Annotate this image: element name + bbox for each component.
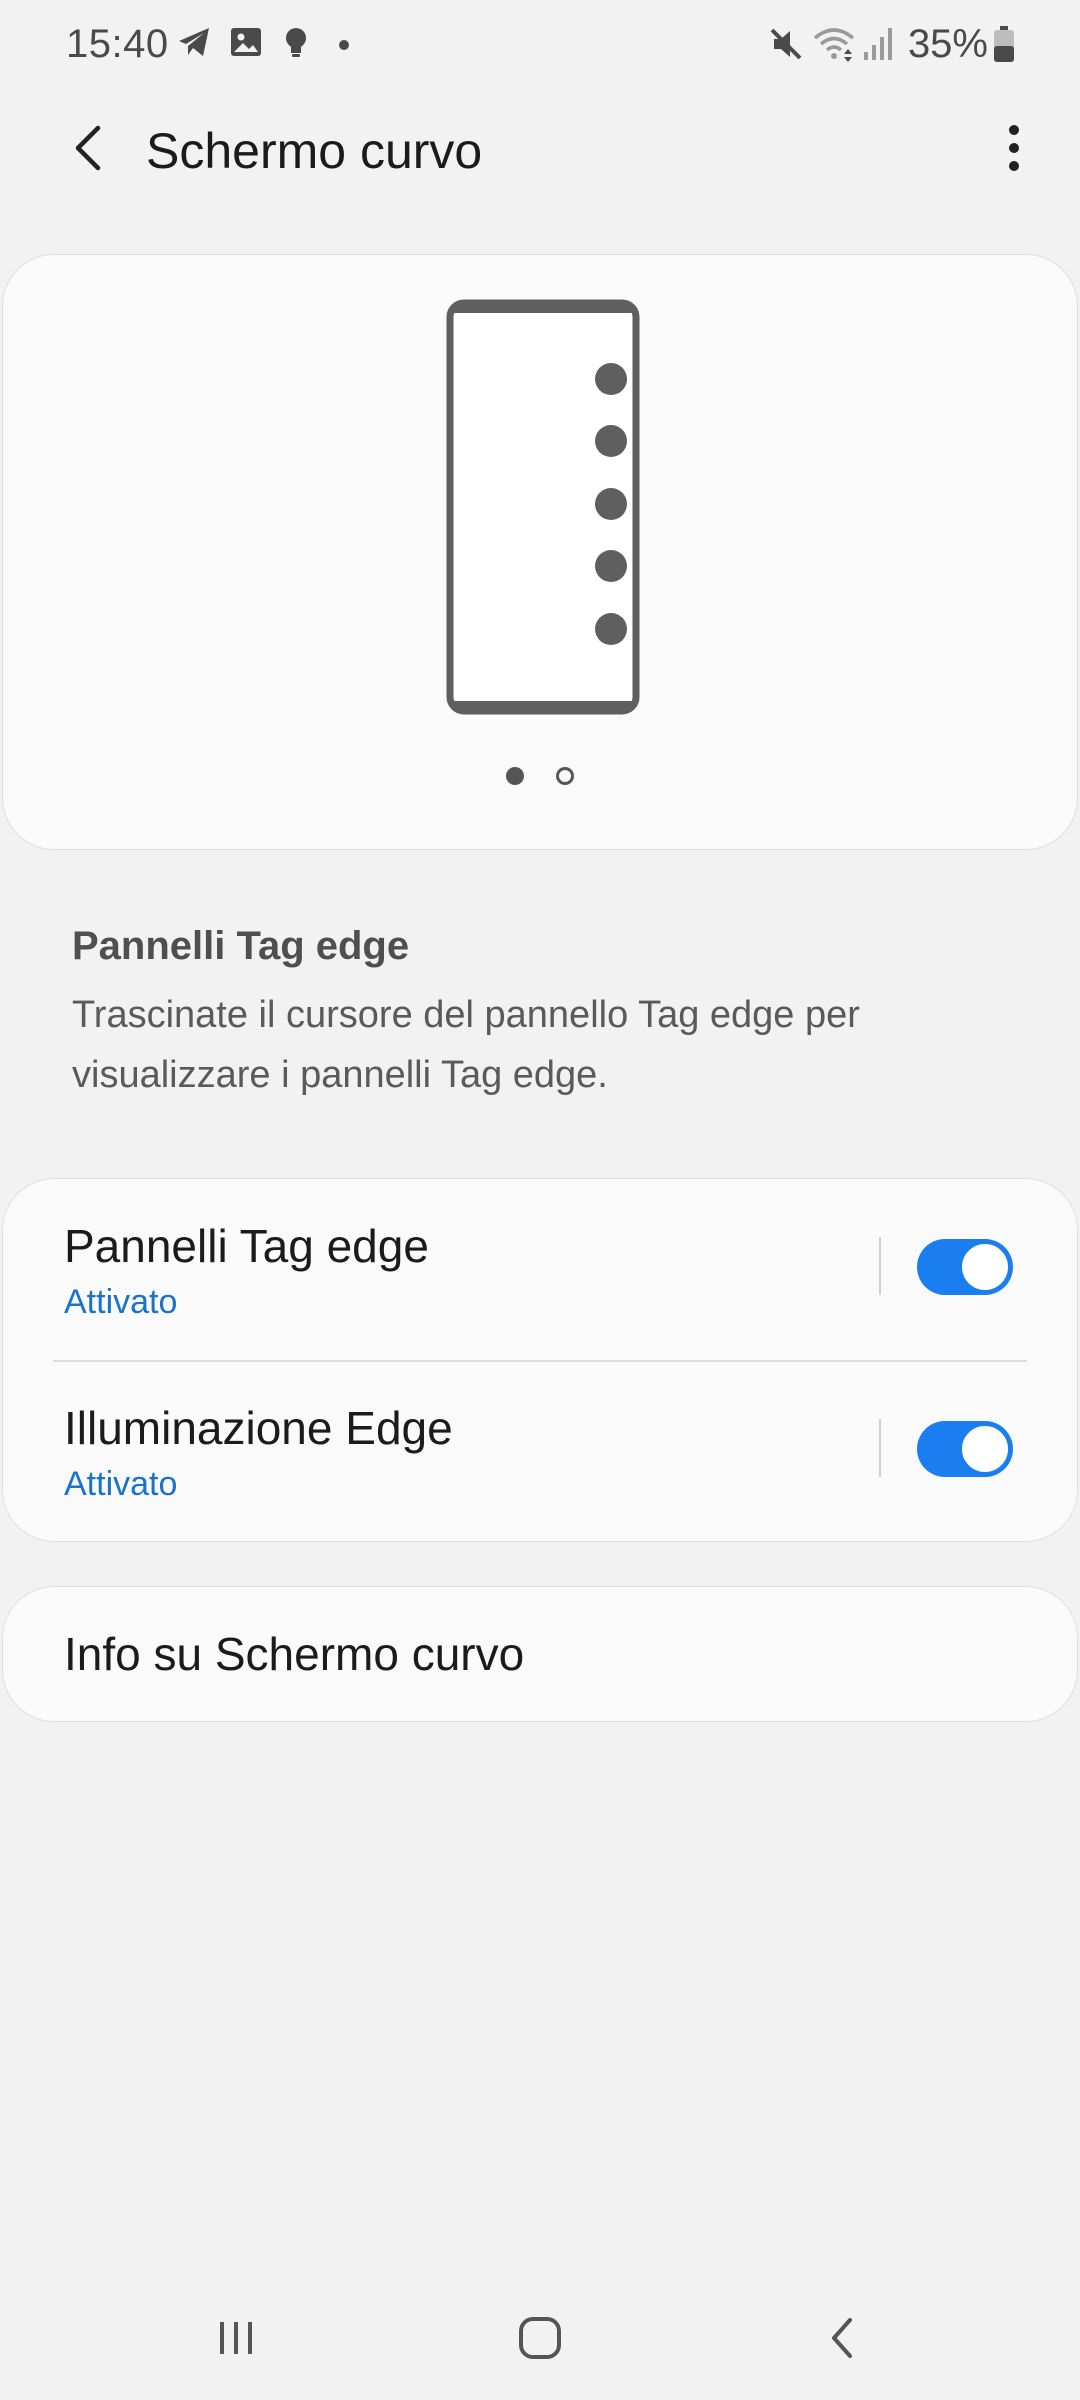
- pannelli-tag-edge-toggle[interactable]: [917, 1239, 1013, 1295]
- wifi-icon: [812, 24, 856, 69]
- page-indicator: [3, 767, 1077, 785]
- gallery-icon: [228, 24, 264, 65]
- illuminazione-edge-toggle[interactable]: [917, 1421, 1013, 1477]
- signal-icon: [862, 24, 896, 69]
- description-text: Trascinate il cursore del pannello Tag e…: [72, 994, 860, 1096]
- toggle-knob: [959, 1423, 1011, 1475]
- home-button[interactable]: [500, 2304, 580, 2376]
- page-dot-active[interactable]: [506, 767, 524, 785]
- back-icon: [824, 2314, 860, 2367]
- notification-dot-icon: [338, 38, 350, 56]
- settings-card: Pannelli Tag edge Attivato Illuminazione…: [2, 1178, 1078, 1542]
- info-card[interactable]: Info su Schermo curvo: [2, 1586, 1078, 1722]
- nav-back-button[interactable]: [802, 2304, 882, 2376]
- more-options-button[interactable]: [978, 114, 1050, 186]
- setting-row-illuminazione-edge[interactable]: Illuminazione Edge Attivato: [3, 1361, 1077, 1543]
- more-vertical-icon: [1006, 122, 1022, 179]
- toggle-knob: [959, 1241, 1011, 1293]
- screen: 15:40 35% Schermo curvo Pannelli Tag edg…: [0, 0, 1080, 2400]
- chevron-left-icon: [68, 122, 108, 179]
- setting-label: Pannelli Tag edge: [64, 1220, 429, 1272]
- illustration-card[interactable]: [2, 254, 1078, 850]
- divider: [879, 1237, 881, 1295]
- app-bar: Schermo curvo: [0, 100, 1080, 200]
- mute-icon: [766, 24, 806, 69]
- telegram-icon: [176, 24, 212, 65]
- setting-row-pannelli-tag-edge[interactable]: Pannelli Tag edge Attivato: [3, 1179, 1077, 1361]
- page-dot-inactive[interactable]: [556, 767, 574, 785]
- home-icon: [516, 2314, 564, 2367]
- description: Pannelli Tag edge Trascinate il cursore …: [72, 924, 1012, 1105]
- setting-label: Illuminazione Edge: [64, 1402, 453, 1454]
- description-title: Pannelli Tag edge: [72, 924, 410, 968]
- page-title: Schermo curvo: [146, 123, 483, 179]
- setting-status: Attivato: [64, 1283, 178, 1321]
- navigation-bar: [0, 2280, 1080, 2400]
- battery-icon: [992, 24, 1016, 69]
- setting-status: Attivato: [64, 1465, 178, 1503]
- status-time: 15:40: [66, 22, 169, 66]
- info-label: Info su Schermo curvo: [64, 1628, 525, 1680]
- recents-button[interactable]: [196, 2304, 276, 2376]
- recents-icon: [214, 2316, 258, 2365]
- edge-panel-illustration: [446, 299, 640, 720]
- back-button[interactable]: [52, 114, 124, 186]
- status-bar: 15:40 35%: [0, 0, 1080, 92]
- bulb-icon: [278, 24, 314, 65]
- divider: [879, 1419, 881, 1477]
- battery-percent: 35%: [907, 22, 988, 66]
